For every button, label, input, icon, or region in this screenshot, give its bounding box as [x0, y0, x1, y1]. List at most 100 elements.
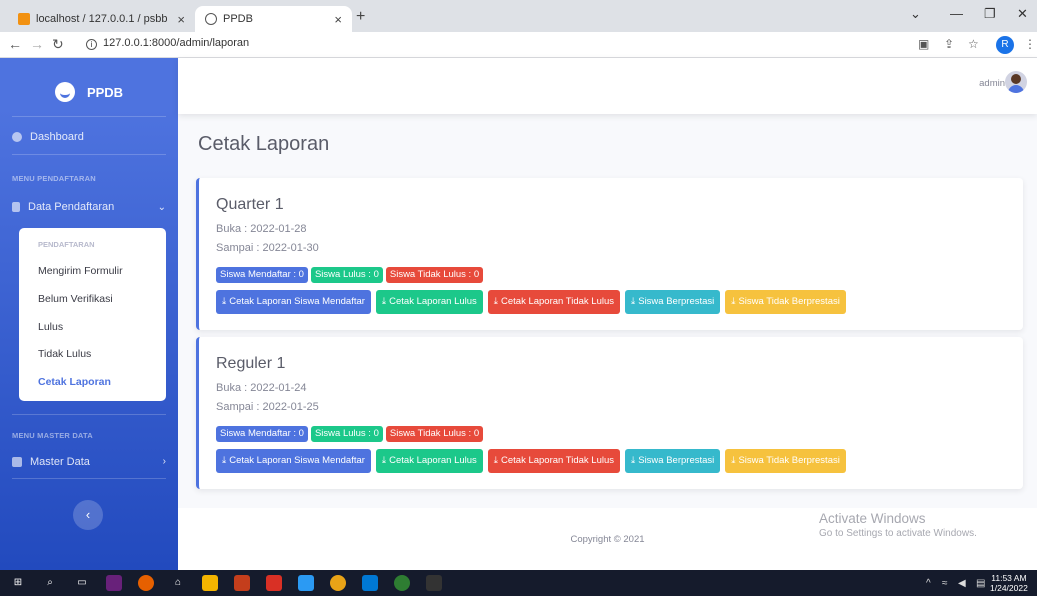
download-icon: ⤓	[381, 296, 387, 307]
download-icon: ⤓	[731, 455, 736, 466]
sidebar-toggle-button[interactable]: ‹	[73, 500, 103, 530]
windows-start-icon[interactable]: ⊞	[10, 575, 26, 591]
profile-avatar[interactable]: R	[996, 36, 1014, 54]
button-label: Siswa Tidak Berprestasi	[738, 296, 840, 307]
tab-search-icon[interactable]: ⌄	[910, 6, 921, 22]
url-text: 127.0.0.1:8000/admin/laporan	[103, 37, 250, 49]
report-buttons: ⤓ Cetak Laporan Siswa Mendaftar ⤓ Cetak La…	[216, 290, 851, 314]
back-icon[interactable]: ←	[8, 36, 22, 52]
sidebar-item-label: Data Pendaftaran	[28, 201, 115, 213]
task-view-icon[interactable]: ▭	[74, 575, 90, 591]
translate-icon[interactable]: ▣	[918, 37, 929, 51]
tray-chevron-icon[interactable]: ^	[926, 578, 931, 589]
pdf-icon[interactable]	[266, 575, 282, 591]
submenu-item-belum-verifikasi[interactable]: Belum Verifikasi	[38, 293, 113, 305]
download-icon: ⤓	[381, 455, 387, 466]
button-label: Siswa Tidak Berprestasi	[738, 455, 840, 466]
button-label: Cetak Laporan Tidak Lulus	[501, 296, 615, 307]
minimize-icon[interactable]: —	[950, 6, 963, 21]
file-explorer-icon[interactable]	[298, 575, 314, 591]
share-icon[interactable]: ⇪	[944, 37, 954, 51]
firefox-icon[interactable]	[138, 575, 154, 591]
submenu-item-tidak-lulus[interactable]: Tidak Lulus	[38, 348, 91, 360]
sidebar-item-master-data[interactable]: Master Data	[12, 456, 90, 468]
submenu-item-mengirim-formulir[interactable]: Mengirim Formulir	[38, 265, 123, 277]
open-date: Buka : 2022-01-28	[216, 223, 307, 235]
badge-siswa-mendaftar: Siswa Mendaftar : 0	[216, 267, 308, 283]
sidebar-item-dashboard[interactable]: Dashboard	[12, 131, 84, 143]
visual-studio-icon[interactable]	[106, 575, 122, 591]
url-field[interactable]: i 127.0.0.1:8000/admin/laporan	[86, 37, 249, 50]
clock-time: 11:53 AM	[991, 573, 1027, 583]
button-label: Siswa Berprestasi	[638, 455, 715, 466]
user-avatar[interactable]	[1005, 71, 1027, 93]
close-date: Sampai : 2022-01-25	[216, 401, 319, 413]
chevron-right-icon: ›	[162, 456, 166, 467]
terminal-icon[interactable]	[426, 575, 442, 591]
sidebar-item-data-pendaftaran[interactable]: Data Pendaftaran	[12, 201, 114, 213]
achievers-button[interactable]: ⤓ Siswa Berprestasi	[625, 290, 721, 314]
taskbar-clock[interactable]: 11:53 AM 1/24/2022	[990, 573, 1028, 593]
forward-icon[interactable]: →	[30, 36, 44, 52]
tab-ppdb[interactable]: PPDB ×	[195, 6, 352, 32]
divider	[12, 154, 166, 155]
bookmark-star-icon[interactable]: ☆	[968, 37, 979, 51]
watermark-subtitle: Go to Settings to activate Windows.	[819, 528, 977, 539]
chrome-icon[interactable]	[330, 575, 346, 591]
windows-taskbar: ⊞ ⌕ ▭ ⌂ ^ ≈ ◀ ▤ 11:53 AM 1/24/2022	[0, 570, 1037, 596]
button-label: Cetak Laporan Lulus	[389, 455, 477, 466]
open-date: Buka : 2022-01-24	[216, 382, 307, 394]
download-icon: ⤓	[631, 296, 636, 307]
window-close-icon[interactable]: ✕	[1017, 6, 1028, 22]
chevron-left-icon: ‹	[85, 507, 91, 522]
divider	[12, 478, 166, 479]
download-icon: ⤓	[222, 296, 227, 307]
app-icon[interactable]	[394, 575, 410, 591]
badge-siswa-lulus: Siswa Lulus : 0	[310, 426, 383, 442]
brand-text: PPDB	[86, 84, 124, 100]
print-passed-button[interactable]: ⤓ Cetak Laporan Lulus	[375, 290, 483, 314]
tab-phpmyadmin[interactable]: localhost / 127.0.0.1 / psbb | php ×	[8, 6, 195, 32]
restore-icon[interactable]: ❐	[984, 6, 996, 22]
achievers-button[interactable]: ⤓ Siswa Berprestasi	[625, 449, 721, 473]
notification-icon[interactable]: ▤	[976, 578, 985, 589]
close-tab-icon[interactable]: ×	[334, 12, 342, 27]
print-failed-button[interactable]: ⤓ Cetak Laporan Tidak Lulus	[487, 449, 621, 473]
site-info-icon[interactable]: i	[86, 39, 97, 50]
browser-tab-bar: localhost / 127.0.0.1 / psbb | php × PPD…	[0, 0, 1037, 32]
windows-activation-watermark: Activate Windows Go to Settings to activ…	[819, 511, 977, 539]
button-label: Cetak Laporan Siswa Mendaftar	[229, 455, 365, 466]
print-failed-button[interactable]: ⤓ Cetak Laporan Tidak Lulus	[487, 290, 621, 314]
store-icon[interactable]: ⌂	[170, 575, 186, 591]
print-passed-button[interactable]: ⤓ Cetak Laporan Lulus	[375, 449, 483, 473]
close-date: Sampai : 2022-01-30	[216, 242, 319, 254]
menu-icon[interactable]: ⋮	[1024, 37, 1036, 51]
download-icon: ⤓	[493, 296, 498, 307]
submenu-item-lulus[interactable]: Lulus	[38, 321, 63, 333]
badge-siswa-tidak-lulus: Siswa Tidak Lulus : 0	[385, 426, 484, 442]
search-icon[interactable]: ⌕	[42, 575, 58, 591]
app-icon[interactable]	[202, 575, 218, 591]
volume-icon[interactable]: ◀	[958, 578, 966, 589]
submenu-item-cetak-laporan[interactable]: Cetak Laporan	[38, 376, 111, 388]
non-achievers-button[interactable]: ⤓ Siswa Tidak Berprestasi	[725, 290, 846, 314]
print-registered-button[interactable]: ⤓ Cetak Laporan Siswa Mendaftar	[216, 449, 371, 473]
reload-icon[interactable]: ↻	[52, 36, 64, 53]
new-tab-button[interactable]: +	[356, 8, 365, 26]
brand-logo-icon	[54, 82, 75, 102]
report-buttons: ⤓ Cetak Laporan Siswa Mendaftar ⤓ Cetak La…	[216, 449, 851, 473]
vscode-icon[interactable]	[362, 575, 378, 591]
page-title: Cetak Laporan	[198, 133, 330, 155]
powerpoint-icon[interactable]	[234, 575, 250, 591]
badge-siswa-tidak-lulus: Siswa Tidak Lulus : 0	[385, 267, 484, 283]
network-icon[interactable]: ≈	[942, 578, 948, 589]
count-badges: Siswa Mendaftar : 0 Siswa Lulus : 0 Sisw…	[216, 267, 486, 283]
non-achievers-button[interactable]: ⤓ Siswa Tidak Berprestasi	[725, 449, 846, 473]
print-registered-button[interactable]: ⤓ Cetak Laporan Siswa Mendaftar	[216, 290, 371, 314]
card-title: Quarter 1	[216, 196, 284, 213]
phpmyadmin-icon	[18, 13, 30, 25]
user-name[interactable]: admin	[979, 78, 1005, 89]
close-tab-icon[interactable]: ×	[177, 12, 185, 27]
topbar: admin	[178, 58, 1037, 114]
report-card-reguler-1: Reguler 1 Buka : 2022-01-24 Sampai : 202…	[196, 337, 1023, 489]
